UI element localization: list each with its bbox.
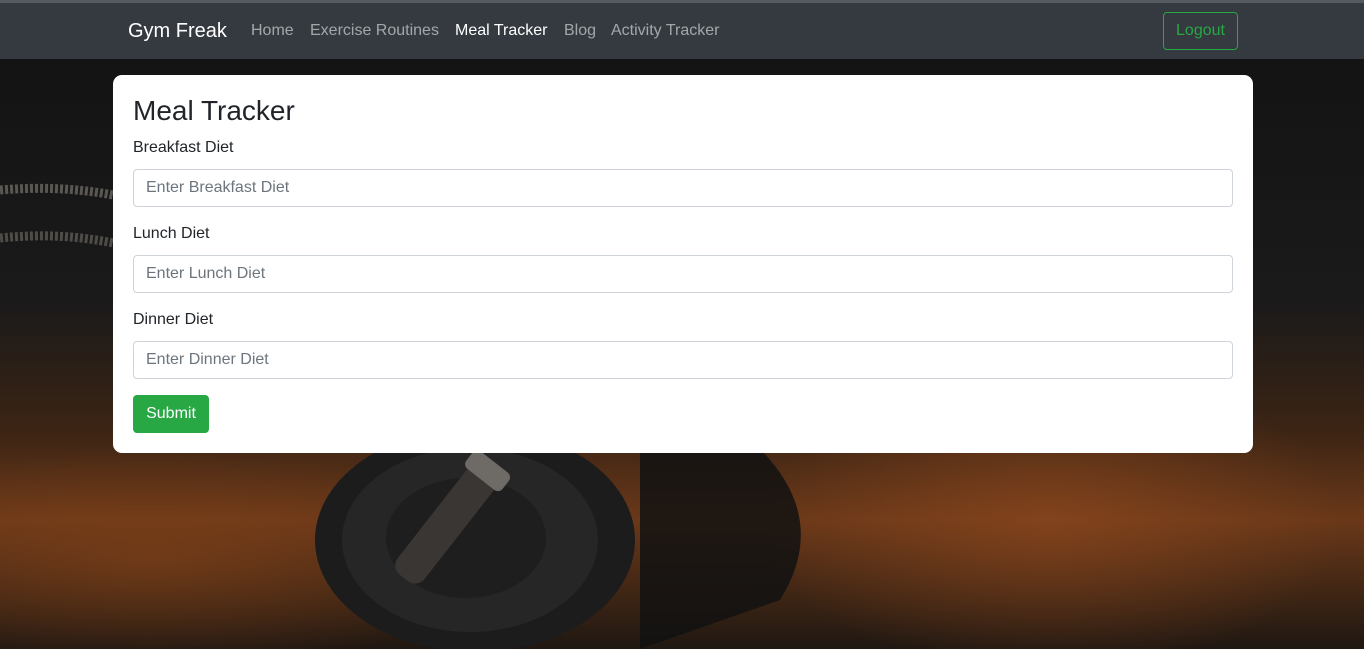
lunch-label: Lunch Diet <box>133 225 210 242</box>
nav-link-exercise-routines[interactable]: Exercise Routines <box>310 22 439 40</box>
breakfast-input[interactable] <box>133 169 1233 207</box>
logout-button[interactable]: Logout <box>1163 12 1238 50</box>
top-navbar: Gym Freak Home Exercise Routines Meal Tr… <box>0 0 1364 59</box>
page-title: Meal Tracker <box>133 95 295 126</box>
brand-link[interactable]: Gym Freak <box>128 20 227 43</box>
nav-link-blog[interactable]: Blog <box>564 22 596 40</box>
meal-tracker-card: Meal Tracker Breakfast Diet Lunch Diet D… <box>113 75 1253 453</box>
nav-link-home[interactable]: Home <box>251 22 294 40</box>
dinner-input[interactable] <box>133 341 1233 379</box>
nav-link-activity-tracker[interactable]: Activity Tracker <box>611 22 719 40</box>
submit-button[interactable]: Submit <box>133 395 209 433</box>
dinner-label: Dinner Diet <box>133 311 214 328</box>
nav-link-meal-tracker[interactable]: Meal Tracker <box>455 22 547 40</box>
breakfast-label: Breakfast Diet <box>133 139 234 156</box>
lunch-input[interactable] <box>133 255 1233 293</box>
